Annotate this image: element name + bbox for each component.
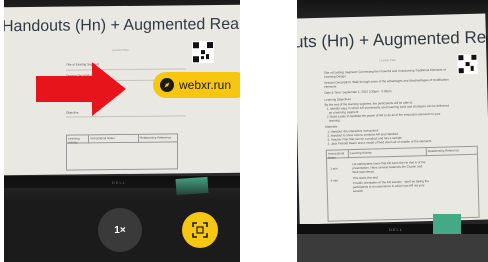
handout-heading: Handouts (Hn) + Augmented Reality [4, 15, 240, 36]
handout-field: Date & Time: September 1, 2022 3:30pm - … [324, 89, 392, 95]
table-header: Instructional Notes [326, 150, 350, 160]
desk-surface [297, 234, 488, 262]
table-cell: participants to an experience in which h… [352, 183, 425, 190]
table-cell: session [352, 188, 364, 194]
zoom-button[interactable]: 1× [98, 208, 142, 252]
brand-label: DELL [389, 227, 404, 232]
table-cell: Web experience. [352, 169, 375, 175]
handout-caption: Lesson Plan [112, 47, 129, 53]
url-pill-button[interactable]: webxr.run [153, 72, 240, 98]
handout-field: learning [328, 118, 340, 123]
handout-field: Learning Objectives [324, 97, 352, 102]
table-header: Learning Activity [348, 148, 427, 159]
handout-table: Instructional Notes Learning Activity Re… [325, 145, 480, 222]
table-header: Relationship Reference [426, 146, 477, 157]
qr-code-icon [192, 41, 214, 64]
right-screenshot: uts (Hn) + Augmented Re Lesson Plan Titl… [297, 0, 488, 262]
handout-caption: Lesson Plan [379, 57, 397, 63]
table-header: Learning Activity [67, 135, 89, 145]
handout-field: Learning Design [323, 74, 346, 79]
handout-heading: uts (Hn) + Augmented Re [297, 27, 487, 52]
handout-field: Materials [325, 124, 338, 129]
qr-code-icon [457, 53, 478, 75]
table-header: Instructional Notes [89, 134, 139, 144]
table-cell: This starts this and [352, 175, 378, 181]
handout-table: Learning Activity Instructional Notes Re… [66, 133, 178, 171]
camera-controls: 1× [4, 176, 240, 262]
handout-field: Session Description: Walk through some o… [323, 77, 449, 85]
handout-field: elements [324, 84, 337, 89]
lens-scan-icon [192, 222, 208, 238]
table-cell: 1 min [330, 166, 338, 171]
red-arrow-icon [36, 62, 126, 116]
table-header: Relationship Reference [139, 134, 177, 143]
handout-document: uts (Hn) + Augmented Re Lesson Plan Titl… [297, 13, 488, 225]
lens-search-button[interactable] [182, 212, 218, 248]
compass-icon [160, 78, 174, 92]
left-screenshot: Handouts (Hn) + Augmented Reality Lesson… [4, 0, 240, 262]
zoom-label: 1× [114, 224, 126, 236]
table-cell: 4 min [330, 178, 338, 183]
url-label: webxr.run [179, 78, 232, 92]
